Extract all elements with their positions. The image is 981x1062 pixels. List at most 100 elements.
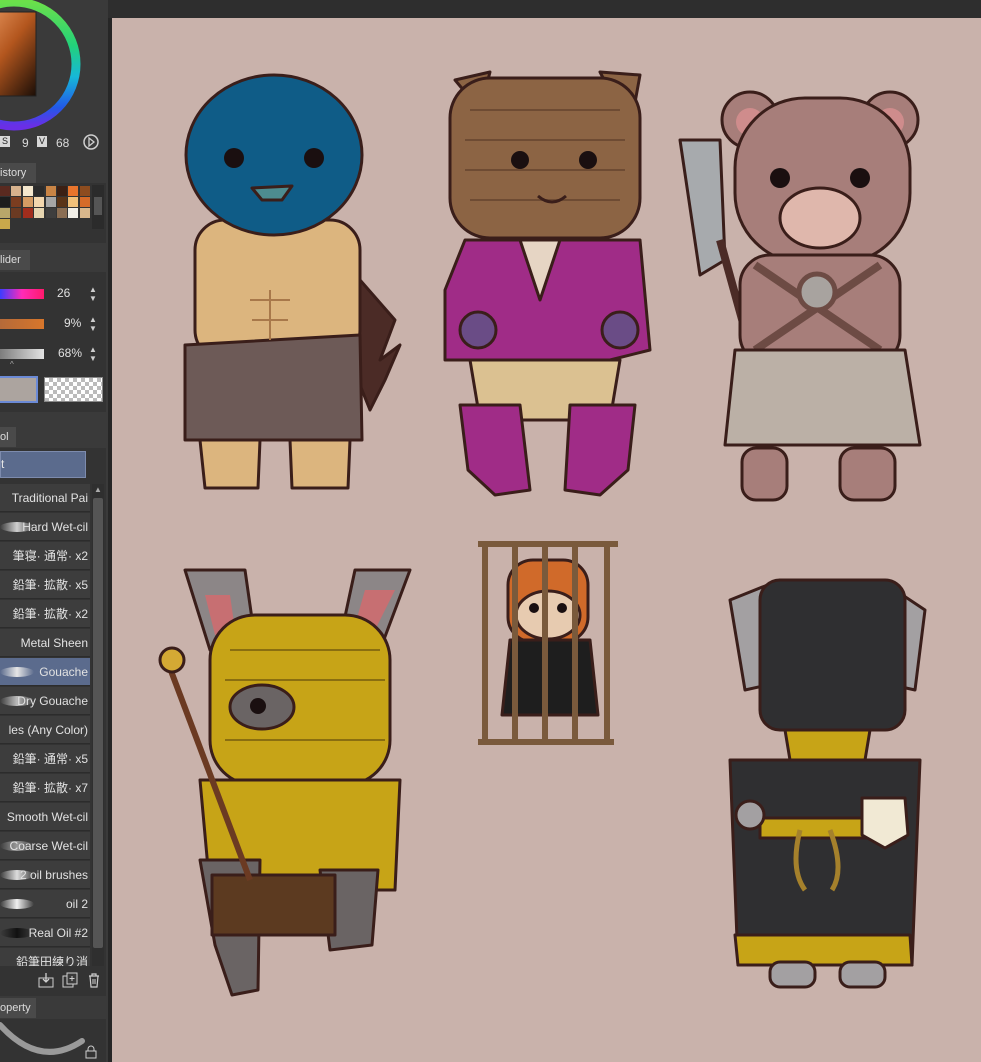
character-mustard-rabbit — [158, 568, 412, 997]
palette-swatch[interactable] — [0, 208, 10, 218]
palette-swatch[interactable] — [0, 219, 10, 229]
brush-item[interactable]: Dry Gouache — [0, 687, 90, 715]
import-icon[interactable] — [38, 972, 54, 988]
color-wheel[interactable] — [0, 0, 84, 134]
lock-icon[interactable] — [84, 1045, 98, 1062]
palette-swatch[interactable] — [57, 219, 67, 229]
brush-label: 鉛筆· 拡散· x2 — [12, 607, 88, 621]
artwork — [158, 70, 927, 997]
tab-history[interactable]: istory — [0, 163, 36, 183]
hue-value: 26 — [57, 286, 71, 300]
tab-sub-tool[interactable]: ol — [0, 427, 16, 447]
brush-item[interactable]: Gouache — [0, 658, 90, 686]
drawing-canvas[interactable] — [112, 18, 981, 1062]
brush-label: Gouache — [39, 665, 88, 679]
palette-swatch[interactable] — [11, 197, 22, 207]
transparent-color-swatch[interactable] — [44, 377, 103, 402]
palette-swatch[interactable] — [0, 197, 10, 207]
brush-label: Metal Sheen — [20, 636, 88, 650]
palette-swatch[interactable] — [34, 219, 45, 229]
duplicate-icon[interactable] — [62, 972, 78, 988]
palette-swatch[interactable] — [34, 186, 45, 196]
hue-slider[interactable] — [0, 289, 44, 299]
brush-label: 鉛筆· 通常· x5 — [12, 752, 88, 766]
s-label: S — [0, 136, 10, 147]
brush-item[interactable]: 筆寝· 通常· x2 — [0, 542, 90, 570]
brush-label: Hard Wet-cil — [22, 520, 88, 534]
tab-history-label: istory — [0, 167, 27, 179]
tab-color-slider[interactable]: lider — [0, 250, 30, 270]
value-value: 68% — [58, 346, 83, 360]
brush-label: oil 2 — [65, 897, 88, 911]
sub-tool-group-button[interactable]: t — [0, 451, 86, 478]
brush-item[interactable]: 鉛筆· 拡散· x2 — [0, 600, 90, 628]
palette-panel — [0, 183, 106, 243]
palette-swatch[interactable] — [11, 219, 22, 229]
main-color-swatch[interactable] — [0, 376, 38, 403]
palette-swatch[interactable] — [68, 208, 79, 218]
palette-swatch[interactable] — [45, 208, 56, 218]
brush-preview-stroke — [0, 1022, 85, 1055]
color-mode-icon[interactable] — [82, 133, 100, 154]
brush-stroke-preview — [0, 899, 34, 909]
palette-swatch[interactable] — [79, 186, 90, 196]
palette-swatch[interactable] — [22, 219, 33, 229]
palette-scrollbar[interactable] — [92, 185, 104, 229]
palette-swatch[interactable] — [79, 208, 90, 218]
color-palette[interactable] — [0, 186, 92, 242]
brush-label: Coarse Wet-cil — [9, 839, 88, 853]
brush-item[interactable]: 2 oil brushes — [0, 861, 90, 889]
brush-label: Traditional Pai — [11, 491, 88, 505]
brush-item[interactable]: Real Oil #2 — [0, 919, 90, 947]
saturation-value: 9% — [64, 316, 82, 330]
hue-spinner[interactable]: ▲ ▼ — [88, 285, 98, 303]
palette-swatch[interactable] — [22, 197, 33, 207]
palette-swatch[interactable] — [68, 186, 79, 196]
palette-swatch[interactable] — [45, 186, 56, 196]
palette-swatch[interactable] — [79, 197, 90, 207]
palette-swatch[interactable] — [57, 197, 67, 207]
palette-swatch[interactable] — [57, 186, 67, 196]
palette-swatch[interactable] — [79, 219, 90, 229]
value-slider[interactable] — [0, 349, 44, 359]
brush-item[interactable]: Traditional Pai — [0, 484, 90, 512]
brush-item[interactable]: 鉛筆· 拡散· x5 — [0, 571, 90, 599]
s-value: 9 — [22, 136, 29, 150]
saturation-spinner[interactable]: ▲ ▼ — [88, 315, 98, 333]
brush-item[interactable]: Hard Wet-cil — [0, 513, 90, 541]
palette-swatch[interactable] — [22, 186, 33, 196]
palette-swatch[interactable] — [57, 208, 67, 218]
brush-item[interactable]: 鉛筆田練り消 — [0, 948, 90, 966]
brush-label: 筆寝· 通常· x2 — [12, 549, 88, 563]
tab-sub-tool-label: ol — [0, 431, 9, 443]
brush-label: Dry Gouache — [17, 694, 88, 708]
palette-swatch[interactable] — [0, 186, 10, 196]
canvas-top-bar — [108, 0, 981, 18]
brush-item[interactable]: 鉛筆· 拡散· x7 — [0, 774, 90, 802]
palette-swatch[interactable] — [22, 208, 33, 218]
brush-item[interactable]: 鉛筆· 通常· x5 — [0, 745, 90, 773]
value-spinner[interactable]: ▲ ▼ — [88, 345, 98, 363]
hsv-readout: S 9 V 68 — [0, 133, 108, 154]
brush-list-scroll-thumb[interactable] — [93, 498, 103, 948]
brush-item[interactable]: les (Any Color) — [0, 716, 90, 744]
palette-swatch[interactable] — [34, 208, 45, 218]
character-black-robed-dog — [728, 578, 927, 989]
palette-swatch[interactable] — [11, 186, 22, 196]
tab-tool-property[interactable]: operty — [0, 998, 36, 1018]
trash-icon[interactable] — [86, 972, 102, 988]
brush-item[interactable]: oil 2 — [0, 890, 90, 918]
palette-swatch[interactable] — [45, 219, 56, 229]
brush-label: les (Any Color) — [8, 723, 88, 737]
brush-item[interactable]: Coarse Wet-cil — [0, 832, 90, 860]
brush-list-scrollbar[interactable]: ▲ — [92, 484, 104, 966]
palette-swatch[interactable] — [68, 219, 79, 229]
palette-swatch[interactable] — [11, 208, 22, 218]
brush-item[interactable]: Metal Sheen — [0, 629, 90, 657]
palette-swatch[interactable] — [45, 197, 56, 207]
palette-swatch[interactable] — [68, 197, 79, 207]
brush-item[interactable]: Smooth Wet-cil — [0, 803, 90, 831]
saturation-slider[interactable] — [0, 319, 44, 329]
palette-swatch[interactable] — [34, 197, 45, 207]
tool-property-panel — [0, 1019, 106, 1062]
